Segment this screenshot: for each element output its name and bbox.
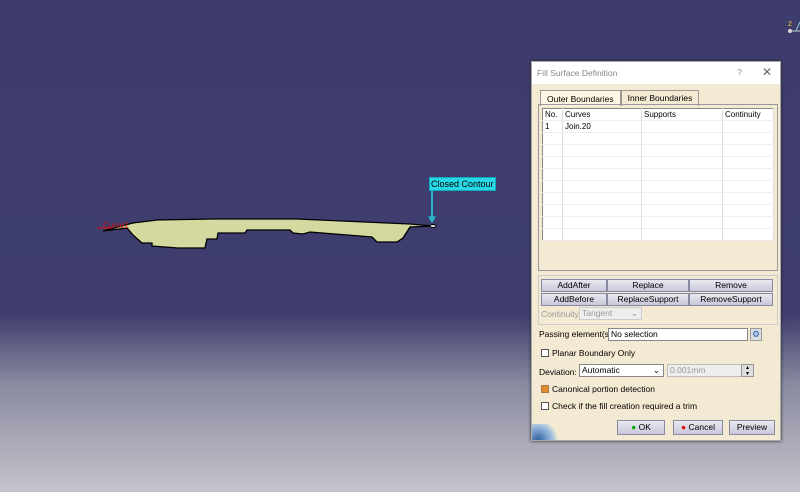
add-before-button[interactable]: AddBefore bbox=[541, 293, 607, 306]
tab-panel: No. Curves Supports Continuity 1 Join.20 bbox=[538, 104, 778, 271]
continuity-label: Continuity: bbox=[541, 309, 582, 319]
curve-label: Curve1 bbox=[103, 221, 129, 230]
trim-checkbox[interactable] bbox=[541, 402, 549, 410]
button-group: AddAfter Replace Remove AddBefore Replac… bbox=[538, 275, 778, 325]
planar-boundary-label: Planar Boundary Only bbox=[552, 348, 636, 358]
col-no: No. bbox=[542, 108, 563, 121]
continuity-value: Tangent bbox=[582, 308, 613, 318]
boundaries-table[interactable]: No. Curves Supports Continuity 1 Join.20 bbox=[542, 108, 774, 241]
fill-surface-dialog: Fill Surface Definition ? ✕ Outer Bounda… bbox=[531, 61, 781, 441]
cancel-button[interactable]: ● Cancel bbox=[673, 420, 723, 435]
remove-support-button[interactable]: RemoveSupport bbox=[689, 293, 773, 306]
passing-label: Passing element(s): bbox=[539, 329, 615, 339]
deviation-select[interactable]: Automatic ⌄ bbox=[579, 364, 664, 377]
add-after-button[interactable]: AddAfter bbox=[541, 279, 607, 292]
chevron-down-icon: ⌄ bbox=[652, 365, 660, 375]
dialog-title: Fill Surface Definition bbox=[537, 68, 618, 78]
cancel-label: Cancel bbox=[688, 422, 715, 432]
cell-support bbox=[641, 120, 723, 133]
deviation-value: Automatic bbox=[582, 365, 620, 375]
cell-no: 1 bbox=[542, 120, 563, 133]
trim-label: Check if the fill creation required a tr… bbox=[552, 401, 698, 411]
cell-curve: Join.20 bbox=[562, 120, 642, 133]
remove-button[interactable]: Remove bbox=[689, 279, 773, 292]
col-supports: Supports bbox=[641, 108, 723, 121]
catia-logo-icon bbox=[532, 424, 562, 440]
table-row[interactable]: 1 Join.20 bbox=[542, 120, 774, 133]
contour-endpoint bbox=[429, 224, 437, 228]
col-curves: Curves bbox=[562, 108, 642, 121]
canonical-checkbox[interactable] bbox=[541, 385, 549, 393]
replace-button[interactable]: Replace bbox=[607, 279, 689, 292]
axis-z-label: z bbox=[788, 19, 792, 28]
selection-tool-icon[interactable]: ⚙ bbox=[750, 328, 762, 341]
close-icon[interactable]: ✕ bbox=[762, 65, 772, 79]
ok-icon: ● bbox=[631, 422, 637, 432]
canonical-label: Canonical portion detection bbox=[552, 384, 656, 394]
closed-contour-annotation: Closed Contour bbox=[429, 177, 496, 191]
ok-label: OK bbox=[638, 422, 651, 432]
axis-line bbox=[795, 21, 800, 32]
preview-button[interactable]: Preview bbox=[729, 420, 775, 435]
chevron-down-icon: ⌄ bbox=[630, 308, 638, 318]
replace-support-button[interactable]: ReplaceSupport bbox=[607, 293, 689, 306]
planar-boundary-checkbox[interactable] bbox=[541, 349, 549, 357]
spinner-icon[interactable]: ▴ ▾ bbox=[741, 364, 754, 377]
dialog-titlebar[interactable]: Fill Surface Definition ? ✕ bbox=[532, 62, 780, 84]
col-continuity: Continuity bbox=[722, 108, 774, 121]
ok-button[interactable]: ● OK bbox=[617, 420, 665, 435]
cell-continuity bbox=[722, 120, 774, 133]
deviation-label: Deviation: bbox=[539, 367, 577, 377]
cancel-icon: ● bbox=[681, 422, 687, 432]
passing-elements-input[interactable]: No selection bbox=[608, 328, 748, 341]
fill-surface-shape[interactable] bbox=[102, 218, 434, 249]
continuity-select[interactable]: Tangent ⌄ bbox=[579, 307, 642, 320]
help-icon[interactable]: ? bbox=[737, 67, 742, 77]
